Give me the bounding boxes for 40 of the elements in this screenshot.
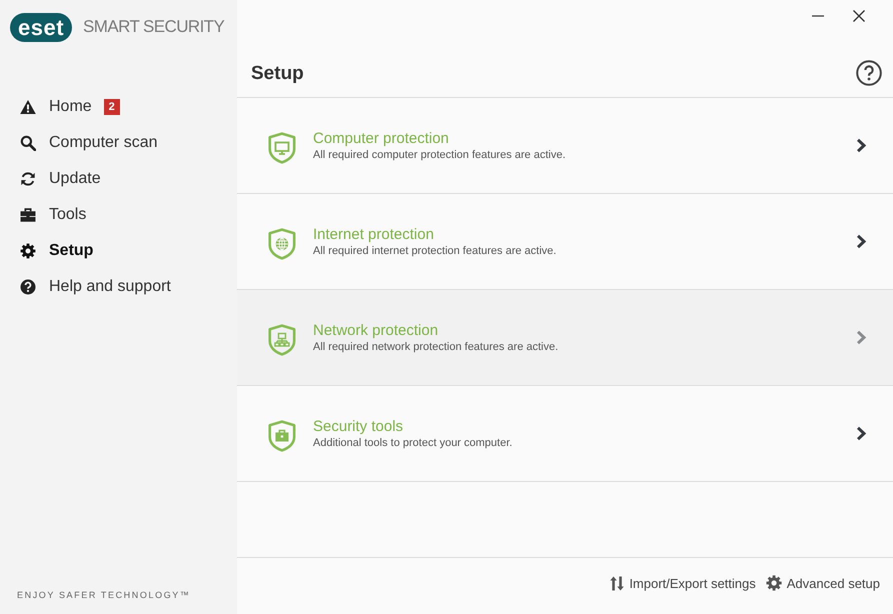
refresh-icon <box>20 171 36 187</box>
chevron-right-icon <box>856 234 867 249</box>
import-export-link[interactable]: Import/Export settings <box>610 576 756 590</box>
section-description: All required internet protection features are active. <box>313 244 556 258</box>
sidebar-item[interactable]: Home 2 <box>0 89 237 125</box>
sidebar-item[interactable]: Tools <box>0 197 237 233</box>
shield-monitor-icon <box>268 132 296 164</box>
warning-icon <box>20 99 36 115</box>
page-title: Setup <box>251 62 304 86</box>
close-icon <box>852 10 864 22</box>
chevron-right-icon <box>856 330 867 345</box>
logo: eset <box>10 12 72 42</box>
notification-badge: 2 <box>104 99 120 115</box>
section-row[interactable]: Network protection All required network protection features are active. <box>237 290 893 386</box>
product-name: SMART SECURITY <box>83 17 224 37</box>
shield-briefcase-icon <box>268 420 296 452</box>
section-description: Additional tools to protect your computer. <box>313 436 512 450</box>
up-down-arrows-icon <box>610 576 624 590</box>
advanced-setup-link[interactable]: Advanced setup <box>766 575 880 591</box>
settings-icon <box>20 243 36 259</box>
section-title: Computer protection <box>313 129 449 148</box>
settings-icon <box>766 575 782 591</box>
section-title: Security tools <box>313 417 404 436</box>
shield-network-icon <box>268 324 296 356</box>
help-icon[interactable] <box>856 60 882 86</box>
tagline: ENJOY SAFER TECHNOLOGY™ <box>17 590 190 600</box>
section-description: All required network protection features are active. <box>313 340 558 354</box>
section-title: Internet protection <box>313 225 434 244</box>
sidebar-item[interactable]: Help and support <box>0 269 237 305</box>
section-title: Network protection <box>313 321 438 340</box>
help-icon <box>20 279 36 295</box>
search-icon <box>20 135 36 151</box>
sidebar-item[interactable]: Computer scan <box>0 125 237 161</box>
chevron-right-icon <box>856 426 867 441</box>
shield-globe-icon <box>268 228 296 260</box>
section-description: All required computer protection features are active. <box>313 148 566 162</box>
sidebar-item[interactable]: Update <box>0 161 237 197</box>
sidebar-item[interactable]: Setup <box>0 233 237 269</box>
chevron-right-icon <box>856 138 867 153</box>
toolbox-icon <box>20 207 36 223</box>
